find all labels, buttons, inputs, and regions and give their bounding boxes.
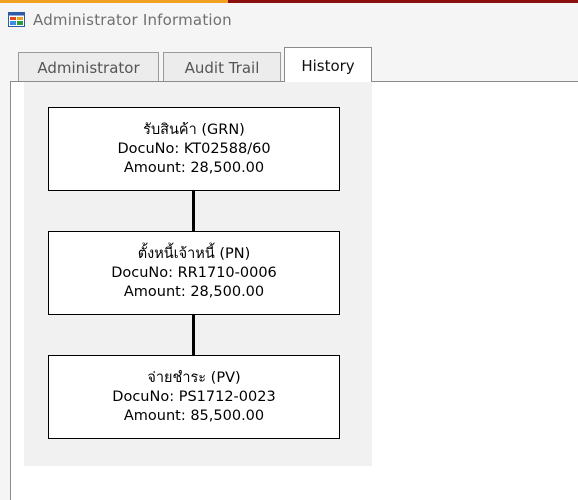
document-node-pn[interactable]: ตั้งหนี้เจ้าหนี้ (PN) DocuNo: RR1710-000… [48, 231, 340, 315]
document-node-pv[interactable]: จ่ายชำระ (PV) DocuNo: PS1712-0023 Amount… [48, 355, 340, 439]
title-bar[interactable]: Administrator Information [0, 3, 578, 36]
window-title: Administrator Information [33, 11, 232, 29]
tab-administrator[interactable]: Administrator [18, 52, 159, 81]
document-number: DocuNo: KT02588/60 [117, 140, 271, 157]
document-node-grn[interactable]: รับสินค้า (GRN) DocuNo: KT02588/60 Amoun… [48, 107, 340, 191]
document-number: DocuNo: RR1710-0006 [111, 264, 277, 281]
flow-connector [192, 191, 195, 231]
document-amount: Amount: 28,500.00 [123, 159, 265, 176]
tab-audit-trail[interactable]: Audit Trail [163, 52, 281, 81]
app-window-icon [8, 12, 25, 27]
document-title: รับสินค้า (GRN) [143, 121, 245, 138]
document-title: จ่ายชำระ (PV) [147, 369, 241, 386]
document-number: DocuNo: PS1712-0023 [112, 388, 276, 405]
document-amount: Amount: 85,500.00 [123, 407, 265, 424]
document-title: ตั้งหนี้เจ้าหนี้ (PN) [137, 245, 251, 262]
document-amount: Amount: 28,500.00 [123, 283, 265, 300]
tab-history[interactable]: History [284, 47, 372, 82]
flow-connector [192, 315, 195, 355]
